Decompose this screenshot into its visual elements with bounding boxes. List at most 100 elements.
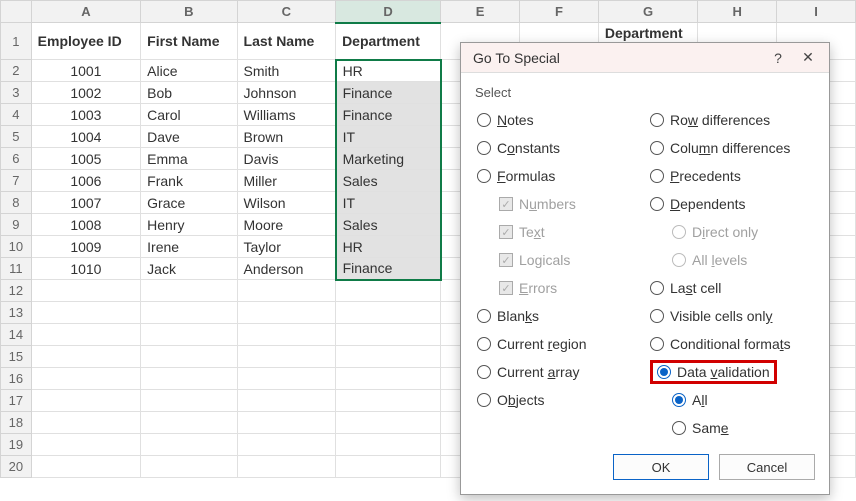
cell-B17[interactable]: [141, 390, 237, 412]
row-header-17[interactable]: 17: [1, 390, 32, 412]
cell-C19[interactable]: [237, 434, 336, 456]
option-precedents[interactable]: Precedents: [648, 162, 815, 190]
cell-D16[interactable]: [336, 368, 441, 390]
cell-C9[interactable]: Moore: [237, 214, 336, 236]
option-data-validation[interactable]: Data validation: [648, 358, 815, 386]
cell-C17[interactable]: [237, 390, 336, 412]
cell-D6[interactable]: Marketing: [336, 148, 441, 170]
cell-D9[interactable]: Sales: [336, 214, 441, 236]
cell-A11[interactable]: 1010: [31, 258, 141, 280]
column-header-H[interactable]: H: [698, 1, 777, 23]
cell-A6[interactable]: 1005: [31, 148, 141, 170]
option-current-array[interactable]: Current array: [475, 358, 640, 386]
row-header-9[interactable]: 9: [1, 214, 32, 236]
cell-D3[interactable]: Finance: [336, 82, 441, 104]
select-all-corner[interactable]: [1, 1, 32, 23]
option-objects[interactable]: Objects: [475, 386, 640, 414]
cell-B11[interactable]: Jack: [141, 258, 237, 280]
cell-D19[interactable]: [336, 434, 441, 456]
row-header-13[interactable]: 13: [1, 302, 32, 324]
cell-C10[interactable]: Taylor: [237, 236, 336, 258]
cell-D4[interactable]: Finance: [336, 104, 441, 126]
cell-C16[interactable]: [237, 368, 336, 390]
cell-D7[interactable]: Sales: [336, 170, 441, 192]
cell-A15[interactable]: [31, 346, 141, 368]
row-header-7[interactable]: 7: [1, 170, 32, 192]
cell-B12[interactable]: [141, 280, 237, 302]
option-all[interactable]: All: [648, 386, 815, 414]
cell-A12[interactable]: [31, 280, 141, 302]
cell-A20[interactable]: [31, 456, 141, 478]
option-blanks[interactable]: Blanks: [475, 302, 640, 330]
row-header-2[interactable]: 2: [1, 60, 32, 82]
option-constants[interactable]: Constants: [475, 134, 640, 162]
column-header-B[interactable]: B: [141, 1, 237, 23]
cell-D14[interactable]: [336, 324, 441, 346]
option-cond-formats[interactable]: Conditional formats: [648, 330, 815, 358]
cell-D18[interactable]: [336, 412, 441, 434]
cell-B19[interactable]: [141, 434, 237, 456]
cell-B16[interactable]: [141, 368, 237, 390]
row-header-16[interactable]: 16: [1, 368, 32, 390]
column-header-C[interactable]: C: [237, 1, 336, 23]
cell-A2[interactable]: 1001: [31, 60, 141, 82]
cell-C11[interactable]: Anderson: [237, 258, 336, 280]
column-header-I[interactable]: I: [777, 1, 856, 23]
cell-B1[interactable]: First Name: [141, 23, 237, 60]
cell-C3[interactable]: Johnson: [237, 82, 336, 104]
cell-A9[interactable]: 1008: [31, 214, 141, 236]
row-header-1[interactable]: 1: [1, 23, 32, 60]
row-header-20[interactable]: 20: [1, 456, 32, 478]
cell-C6[interactable]: Davis: [237, 148, 336, 170]
cell-A10[interactable]: 1009: [31, 236, 141, 258]
cell-A7[interactable]: 1006: [31, 170, 141, 192]
cancel-button[interactable]: Cancel: [719, 454, 815, 480]
cell-C18[interactable]: [237, 412, 336, 434]
cell-A17[interactable]: [31, 390, 141, 412]
cell-C7[interactable]: Miller: [237, 170, 336, 192]
option-notes[interactable]: Notes: [475, 106, 640, 134]
row-header-4[interactable]: 4: [1, 104, 32, 126]
cell-A16[interactable]: [31, 368, 141, 390]
cell-A13[interactable]: [31, 302, 141, 324]
row-header-11[interactable]: 11: [1, 258, 32, 280]
option-same[interactable]: Same: [648, 414, 815, 442]
option-dependents[interactable]: Dependents: [648, 190, 815, 218]
cell-C4[interactable]: Williams: [237, 104, 336, 126]
help-button[interactable]: ?: [763, 45, 793, 71]
cell-C5[interactable]: Brown: [237, 126, 336, 148]
cell-C20[interactable]: [237, 456, 336, 478]
cell-D5[interactable]: IT: [336, 126, 441, 148]
cell-C1[interactable]: Last Name: [237, 23, 336, 60]
cell-D20[interactable]: [336, 456, 441, 478]
cell-C13[interactable]: [237, 302, 336, 324]
cell-C15[interactable]: [237, 346, 336, 368]
column-header-F[interactable]: F: [520, 1, 599, 23]
cell-A1[interactable]: Employee ID: [31, 23, 141, 60]
column-header-G[interactable]: G: [598, 1, 697, 23]
cell-C2[interactable]: Smith: [237, 60, 336, 82]
cell-B7[interactable]: Frank: [141, 170, 237, 192]
cell-D12[interactable]: [336, 280, 441, 302]
cell-D13[interactable]: [336, 302, 441, 324]
cell-A3[interactable]: 1002: [31, 82, 141, 104]
row-header-14[interactable]: 14: [1, 324, 32, 346]
cell-A4[interactable]: 1003: [31, 104, 141, 126]
cell-B3[interactable]: Bob: [141, 82, 237, 104]
cell-B4[interactable]: Carol: [141, 104, 237, 126]
row-header-19[interactable]: 19: [1, 434, 32, 456]
cell-D10[interactable]: HR: [336, 236, 441, 258]
cell-B6[interactable]: Emma: [141, 148, 237, 170]
cell-A5[interactable]: 1004: [31, 126, 141, 148]
cell-B14[interactable]: [141, 324, 237, 346]
cell-D8[interactable]: IT: [336, 192, 441, 214]
column-header-A[interactable]: A: [31, 1, 141, 23]
cell-B2[interactable]: Alice: [141, 60, 237, 82]
cell-B10[interactable]: Irene: [141, 236, 237, 258]
cell-C8[interactable]: Wilson: [237, 192, 336, 214]
cell-D1[interactable]: Department: [336, 23, 441, 60]
option-col-diff[interactable]: Column differences: [648, 134, 815, 162]
row-header-3[interactable]: 3: [1, 82, 32, 104]
ok-button[interactable]: OK: [613, 454, 709, 480]
cell-A14[interactable]: [31, 324, 141, 346]
